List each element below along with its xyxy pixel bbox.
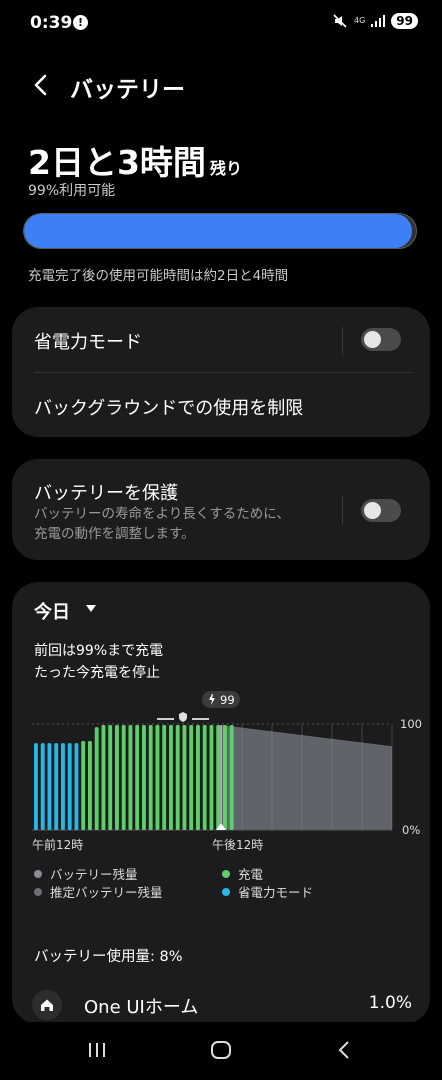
- back-arrow-icon[interactable]: [30, 72, 52, 98]
- current-level-label: 99: [220, 693, 235, 707]
- legend-dot: [222, 869, 230, 878]
- power-saving-card: 省電力モード バックグラウンドでの使用を制限: [12, 307, 430, 437]
- legend-label: 推定バッテリー残量: [50, 885, 163, 900]
- bar-charging: [108, 725, 113, 830]
- bar-charging: [223, 725, 227, 830]
- app-usage-row[interactable]: One UIホーム 1.0%: [32, 984, 412, 1024]
- battery-level-fill: [24, 214, 413, 248]
- bar-charging: [142, 725, 146, 830]
- legend-label: 充電: [238, 867, 264, 882]
- bar-charging: [182, 725, 187, 830]
- bar-charging: [162, 725, 167, 830]
- bar-charging: [189, 725, 194, 830]
- app-header: バッテリー: [0, 62, 442, 110]
- y-tick-label: 100: [400, 717, 422, 731]
- protect-battery-card: バッテリーを保護 バッテリーの寿命をより長くするために、 充電の動作を調整します…: [12, 459, 430, 560]
- app-usage-percent: 1.0%: [368, 993, 412, 1013]
- legend-item: バッテリー残量: [34, 864, 138, 883]
- alert-icon: !: [73, 15, 88, 30]
- remaining-time: 2日と3時間 残り: [28, 136, 242, 184]
- bar-charging: [101, 725, 106, 830]
- bar-power-saving: [34, 743, 38, 830]
- bar-power-saving: [74, 743, 79, 830]
- protect-battery-toggle[interactable]: [361, 499, 401, 522]
- bar-power-saving: [54, 743, 59, 830]
- bar-charging: [155, 725, 160, 830]
- status-bar: 0:39 ! 4G 99: [0, 0, 442, 46]
- legend-label: 省電力モード: [238, 885, 314, 900]
- bar-charging: [94, 727, 99, 830]
- bar-charging: [202, 725, 207, 830]
- bar-charging: [128, 725, 133, 830]
- legend-item: 推定バッテリー残量: [34, 882, 163, 901]
- home-icon: [32, 990, 62, 1020]
- power-saving-toggle[interactable]: [361, 328, 401, 351]
- legend-dot: [34, 887, 42, 896]
- period-selector[interactable]: 今日: [34, 598, 70, 624]
- battery-level-badge: 99: [391, 13, 418, 29]
- remaining-time-value: 2日と3時間: [28, 143, 206, 182]
- divider: [34, 372, 412, 373]
- bar-charging: [115, 725, 119, 830]
- legend-label: バッテリー残量: [50, 867, 138, 882]
- protect-battery-description-line1: バッテリーの寿命をより長くするために、: [34, 506, 290, 522]
- battery-history-chart: 99 100 0% 午前12時 午後12時: [32, 691, 422, 852]
- x-tick-label: 午前12時: [32, 837, 83, 852]
- bar-charging: [196, 725, 200, 830]
- charge-note-line1: 前回は99%まで充電: [34, 643, 164, 659]
- signal-icon: [371, 15, 386, 27]
- status-icons: 4G 99: [332, 13, 418, 29]
- bar-charging: [121, 725, 126, 830]
- bar-power-saving: [47, 743, 52, 830]
- shield-icon: [179, 712, 187, 722]
- divider: [342, 327, 343, 355]
- bar-charging: [135, 725, 140, 830]
- charge-note-line2: たった今充電を停止: [34, 665, 160, 681]
- legend-dot: [222, 887, 230, 896]
- background-limit-item[interactable]: バックグラウンドでの使用を制限: [34, 394, 303, 420]
- toggle-knob: [364, 331, 381, 348]
- legend-dot: [34, 869, 42, 878]
- remaining-time-suffix: 残り: [209, 159, 242, 178]
- bar-power-saving: [67, 743, 72, 830]
- protect-battery-description-line2: 充電の動作を調整します。: [34, 526, 195, 542]
- battery-usage-card: 今日 前回は99%まで充電 たった今充電を停止 99 100 0% 午前12時 午後12…: [12, 582, 430, 1024]
- caret-down-icon[interactable]: [86, 605, 96, 612]
- forecast-area: [221, 725, 392, 830]
- back-button-icon[interactable]: [336, 1040, 354, 1060]
- full-charge-estimate: 充電完了後の使用可能時間は約2日と4時間: [28, 268, 289, 284]
- network-type: 4G: [354, 16, 366, 25]
- mute-icon: [333, 14, 347, 28]
- bar-power-saving: [61, 743, 65, 830]
- divider: [342, 496, 343, 524]
- bar-charging: [216, 725, 221, 830]
- toggle-knob: [364, 502, 381, 519]
- app-name: One UIホーム: [84, 997, 199, 1018]
- bar-charging: [88, 740, 92, 830]
- legend-item: 充電: [222, 864, 263, 883]
- bar-charging: [169, 725, 173, 830]
- navigation-bar: [0, 1022, 442, 1080]
- bar-charging: [148, 725, 153, 830]
- recent-apps-icon[interactable]: [87, 1040, 107, 1060]
- status-time: 0:39: [30, 13, 73, 33]
- x-tick-label: 午後12時: [212, 838, 263, 852]
- power-saving-label[interactable]: 省電力モード: [34, 328, 142, 354]
- home-button-icon[interactable]: [210, 1040, 232, 1060]
- bar-power-saving: [40, 743, 45, 830]
- bar-charging: [175, 725, 180, 830]
- available-percent: 99%利用可能: [28, 183, 116, 199]
- battery-usage-total: バッテリー使用量: 8%: [34, 949, 183, 965]
- y-tick-label: 0%: [402, 823, 420, 837]
- legend-item: 省電力モード: [222, 882, 313, 901]
- protect-battery-label[interactable]: バッテリーを保護: [34, 479, 178, 505]
- bar-charging: [209, 725, 214, 830]
- battery-level-bar: [23, 213, 417, 249]
- bar-charging: [81, 740, 86, 830]
- bar-charging: [229, 725, 234, 830]
- page-title: バッテリー: [70, 77, 185, 103]
